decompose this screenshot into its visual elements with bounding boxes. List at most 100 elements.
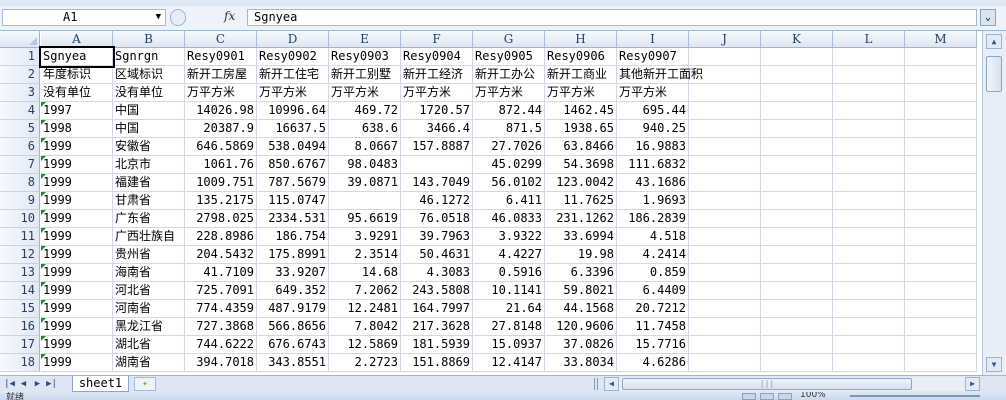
cell-d18[interactable]: 343.8551 [257, 354, 329, 372]
cell-c2[interactable]: 新开工房屋 [185, 66, 257, 84]
cell-d12[interactable]: 175.8991 [257, 246, 329, 264]
cell-f16[interactable]: 217.3628 [401, 318, 473, 336]
cell-f6[interactable]: 157.8887 [401, 138, 473, 156]
cell-k8[interactable] [761, 174, 833, 192]
cell-m14[interactable] [905, 282, 977, 300]
cell-l10[interactable] [833, 210, 905, 228]
cell-j9[interactable] [689, 192, 761, 210]
tab-sheet1[interactable]: sheet1 [72, 376, 129, 392]
cell-c12[interactable]: 204.5432 [185, 246, 257, 264]
cell-b3[interactable]: 没有单位 [113, 84, 185, 102]
cell-b18[interactable]: 湖南省 [113, 354, 185, 372]
expand-formula-bar-icon[interactable]: ⌄ [980, 9, 996, 26]
cell-h12[interactable]: 19.98 [545, 246, 617, 264]
cell-m2[interactable] [905, 66, 977, 84]
cell-m3[interactable] [905, 84, 977, 102]
cell-b9[interactable]: 甘肃省 [113, 192, 185, 210]
cell-j16[interactable] [689, 318, 761, 336]
cell-m1[interactable] [905, 48, 977, 66]
cell-k17[interactable] [761, 336, 833, 354]
column-header-f[interactable]: F [401, 31, 473, 48]
scroll-down-icon[interactable]: ▼ [986, 357, 1002, 372]
cell-e9[interactable] [329, 192, 401, 210]
cell-k14[interactable] [761, 282, 833, 300]
cell-g8[interactable]: 56.0102 [473, 174, 545, 192]
cell-m5[interactable] [905, 120, 977, 138]
cell-k3[interactable] [761, 84, 833, 102]
cell-i18[interactable]: 4.6286 [617, 354, 689, 372]
cell-b10[interactable]: 广东省 [113, 210, 185, 228]
cell-b11[interactable]: 广西壮族自 [113, 228, 185, 246]
cell-i16[interactable]: 11.7458 [617, 318, 689, 336]
cell-e15[interactable]: 12.2481 [329, 300, 401, 318]
page-break-view-icon[interactable] [778, 393, 792, 400]
cell-g2[interactable]: 新开工办公 [473, 66, 545, 84]
cell-h15[interactable]: 44.1568 [545, 300, 617, 318]
cell-a2[interactable]: 年度标识 [41, 66, 113, 84]
cell-i15[interactable]: 20.7212 [617, 300, 689, 318]
cell-k2[interactable] [761, 66, 833, 84]
cell-k15[interactable] [761, 300, 833, 318]
cell-b16[interactable]: 黑龙江省 [113, 318, 185, 336]
column-header-j[interactable]: J [689, 31, 761, 48]
cell-c16[interactable]: 727.3868 [185, 318, 257, 336]
cell-a10[interactable]: 1999 [41, 210, 113, 228]
cell-d8[interactable]: 787.5679 [257, 174, 329, 192]
cell-h16[interactable]: 120.9606 [545, 318, 617, 336]
cell-e6[interactable]: 8.0667 [329, 138, 401, 156]
cell-g4[interactable]: 872.44 [473, 102, 545, 120]
row-header-12[interactable]: 12 [0, 246, 40, 264]
cell-k9[interactable] [761, 192, 833, 210]
cell-c9[interactable]: 135.2175 [185, 192, 257, 210]
scroll-left-icon[interactable]: ◀ [604, 377, 619, 391]
cell-h1[interactable]: Resy0906 [545, 48, 617, 66]
cell-f4[interactable]: 1720.57 [401, 102, 473, 120]
zoom-level[interactable]: 100% [800, 392, 826, 400]
cell-j12[interactable] [689, 246, 761, 264]
cell-l17[interactable] [833, 336, 905, 354]
row-header-13[interactable]: 13 [0, 264, 40, 282]
cell-e8[interactable]: 39.0871 [329, 174, 401, 192]
cell-m12[interactable] [905, 246, 977, 264]
cell-m18[interactable] [905, 354, 977, 372]
cell-g13[interactable]: 0.5916 [473, 264, 545, 282]
cell-h10[interactable]: 231.1262 [545, 210, 617, 228]
cell-b6[interactable]: 安徽省 [113, 138, 185, 156]
formula-input[interactable]: Sgnyea [247, 9, 977, 26]
scroll-up-icon[interactable]: ▲ [986, 34, 1002, 49]
row-header-14[interactable]: 14 [0, 282, 40, 300]
cell-l13[interactable] [833, 264, 905, 282]
cell-e3[interactable]: 万平方米 [329, 84, 401, 102]
cell-f3[interactable]: 万平方米 [401, 84, 473, 102]
cell-d1[interactable]: Resy0902 [257, 48, 329, 66]
cell-b2[interactable]: 区域标识 [113, 66, 185, 84]
cell-c14[interactable]: 725.7091 [185, 282, 257, 300]
cell-d13[interactable]: 33.9207 [257, 264, 329, 282]
cell-a3[interactable]: 没有单位 [41, 84, 113, 102]
cell-m6[interactable] [905, 138, 977, 156]
cell-f18[interactable]: 151.8869 [401, 354, 473, 372]
cell-l1[interactable] [833, 48, 905, 66]
cell-d9[interactable]: 115.0747 [257, 192, 329, 210]
cell-b4[interactable]: 中国 [113, 102, 185, 120]
cell-j8[interactable] [689, 174, 761, 192]
cell-h9[interactable]: 11.7625 [545, 192, 617, 210]
cell-b12[interactable]: 贵州省 [113, 246, 185, 264]
cell-j13[interactable] [689, 264, 761, 282]
cell-b15[interactable]: 河南省 [113, 300, 185, 318]
column-header-e[interactable]: E [329, 31, 401, 48]
cell-l12[interactable] [833, 246, 905, 264]
cell-h7[interactable]: 54.3698 [545, 156, 617, 174]
cell-k4[interactable] [761, 102, 833, 120]
cell-c11[interactable]: 228.8986 [185, 228, 257, 246]
cell-f14[interactable]: 243.5808 [401, 282, 473, 300]
normal-view-icon[interactable] [742, 393, 756, 400]
column-header-b[interactable]: B [113, 31, 185, 48]
cell-e1[interactable]: Resy0903 [329, 48, 401, 66]
cell-e4[interactable]: 469.72 [329, 102, 401, 120]
cell-g16[interactable]: 27.8148 [473, 318, 545, 336]
tab-split-handle[interactable] [594, 378, 598, 390]
cell-c17[interactable]: 744.6222 [185, 336, 257, 354]
cell-l7[interactable] [833, 156, 905, 174]
cell-g9[interactable]: 6.411 [473, 192, 545, 210]
